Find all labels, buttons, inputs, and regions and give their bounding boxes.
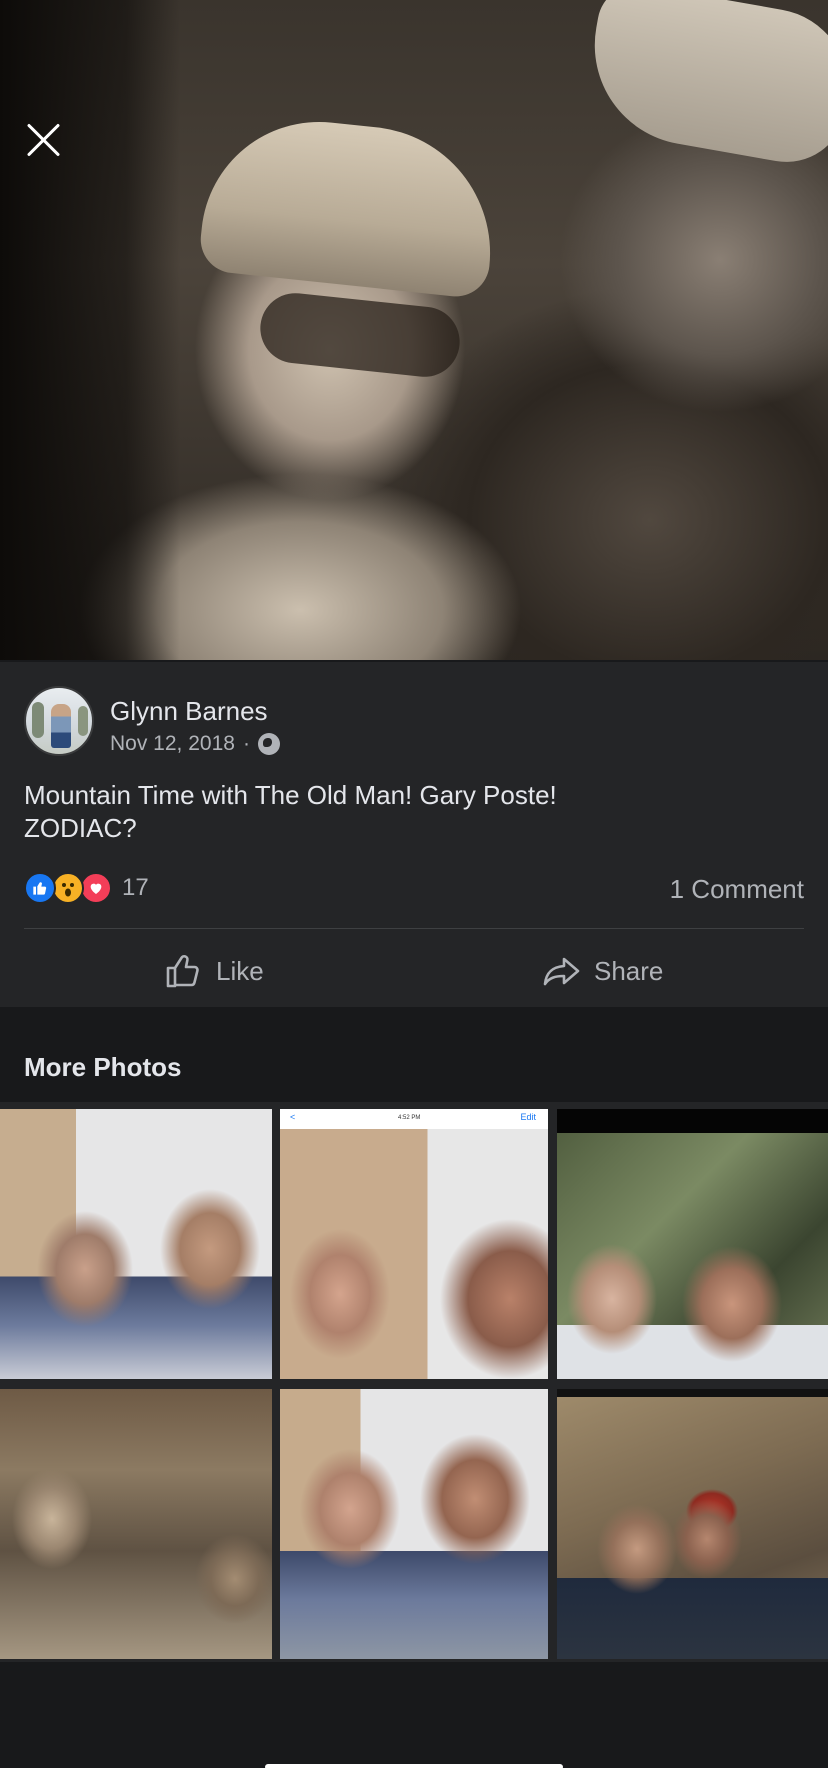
close-icon[interactable] <box>22 118 66 162</box>
post-meta: Nov 12, 2018 · <box>110 732 280 756</box>
author-name[interactable]: Glynn Barnes <box>110 696 268 727</box>
avatar-tree-right <box>78 706 88 736</box>
main-photo[interactable] <box>0 0 828 660</box>
caption-line-2: ZODIAC? <box>24 813 137 843</box>
photo-shadow <box>0 0 180 660</box>
like-button[interactable]: Like <box>164 946 264 996</box>
share-button[interactable]: Share <box>542 946 663 996</box>
comments-count[interactable]: 1 Comment <box>670 874 804 905</box>
share-label: Share <box>594 955 664 986</box>
like-reaction-icon <box>24 872 56 904</box>
post-caption: Mountain Time with The Old Man! Gary Pos… <box>24 779 784 845</box>
meta-separator: · <box>242 732 250 755</box>
photo-thumbnail[interactable] <box>0 1389 272 1659</box>
divider <box>24 928 804 929</box>
photo-thumbnail[interactable] <box>280 1389 548 1659</box>
photo-cap-shadow <box>256 289 464 381</box>
avatar-figure <box>51 704 71 748</box>
home-indicator[interactable] <box>265 1764 563 1768</box>
caption-line-1: Mountain Time with The Old Man! Gary Pos… <box>24 780 557 810</box>
avatar-tree-left <box>32 702 44 738</box>
screenshot-time: 4:52 PM <box>398 1115 421 1121</box>
share-arrow-icon <box>543 957 580 986</box>
reaction-count: 17 <box>122 874 149 901</box>
post-card: Glynn Barnes Nov 12, 2018 · Mountain Tim… <box>0 662 828 1007</box>
photo-thumbnail[interactable] <box>557 1389 828 1659</box>
like-label: Like <box>216 955 264 986</box>
more-photos-title: More Photos <box>24 1052 182 1082</box>
wow-reaction-icon <box>52 872 84 904</box>
photo-thumbnail[interactable] <box>0 1109 272 1379</box>
avatar[interactable] <box>24 686 94 756</box>
reactions-summary[interactable]: 17 <box>24 872 149 904</box>
screenshot-edit-label: Edit <box>520 1112 536 1122</box>
photo-cap-right <box>578 0 828 172</box>
post-date[interactable]: Nov 12, 2018 <box>110 732 235 756</box>
thumbs-up-icon <box>166 954 199 988</box>
photo-cap-left <box>197 110 503 300</box>
screenshot-back-glyph: < <box>290 1112 296 1122</box>
photo-thumbnail[interactable]: < 4:52 PM Edit <box>280 1109 548 1379</box>
bottom-area <box>0 1662 828 1768</box>
globe-icon <box>257 733 280 755</box>
love-reaction-icon <box>80 872 112 904</box>
photo-thumbnail[interactable] <box>557 1109 828 1379</box>
more-photos-header: More Photos <box>0 1007 828 1102</box>
